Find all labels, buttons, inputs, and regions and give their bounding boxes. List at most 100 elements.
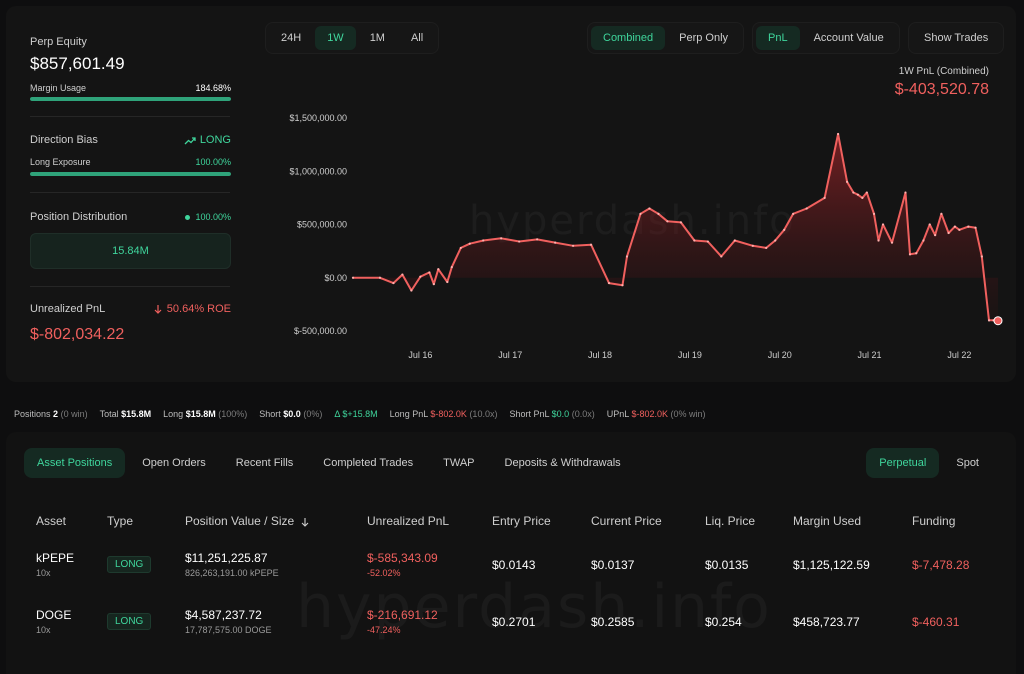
col-unrealized-pnl[interactable]: Unrealized PnL bbox=[355, 506, 480, 536]
pnl-point bbox=[845, 180, 849, 183]
current-price-cell: $0.2585 bbox=[591, 614, 635, 629]
entry-price-cell: $0.0143 bbox=[492, 557, 536, 572]
pnl-point bbox=[657, 212, 660, 215]
col-funding[interactable]: Funding bbox=[900, 506, 990, 536]
pnl-point bbox=[928, 223, 931, 226]
tab-twap[interactable]: TWAP bbox=[430, 448, 487, 478]
tab-1w[interactable]: 1W bbox=[315, 26, 356, 50]
asset-cell: kPEPE 10x bbox=[24, 536, 95, 593]
pnl-point bbox=[934, 234, 937, 237]
x-tick-label: Jul 21 bbox=[858, 350, 882, 360]
col-position-value[interactable]: Position Value / Size bbox=[173, 506, 355, 536]
tab-perpetual[interactable]: Perpetual bbox=[866, 448, 940, 478]
x-tick-label: Jul 17 bbox=[498, 350, 522, 360]
tab-combined[interactable]: Combined bbox=[591, 26, 666, 50]
pnl-point bbox=[621, 284, 624, 287]
pnl-area bbox=[353, 134, 998, 321]
tab-pnl[interactable]: PnL bbox=[756, 26, 800, 50]
long-pnl-label: Long PnL bbox=[389, 409, 428, 419]
tab-spot[interactable]: Spot bbox=[943, 448, 992, 478]
position-size: 17,787,575.00 DOGE bbox=[185, 625, 272, 635]
divider bbox=[30, 116, 230, 117]
col-liq-price[interactable]: Liq. Price bbox=[693, 506, 781, 536]
upnl-pct: -52.02% bbox=[367, 568, 401, 578]
perp-equity-value: $857,601.49 bbox=[30, 54, 125, 73]
tab-account-value[interactable]: Account Value bbox=[802, 26, 896, 50]
tab-perp-only[interactable]: Perp Only bbox=[667, 26, 740, 50]
short-pnl-summary: Short PnL $0.0 (0.0x) bbox=[509, 409, 594, 419]
entry-price-cell: $0.2701 bbox=[492, 614, 536, 629]
y-tick-label: $1,500,000.00 bbox=[289, 113, 347, 123]
current-price-cell: $0.0137 bbox=[591, 557, 635, 572]
pnl-point bbox=[953, 225, 956, 228]
asset-leverage: 10x bbox=[36, 625, 51, 635]
pnl-point bbox=[877, 239, 880, 242]
positions-table: Asset Type Position Value / Size Unreali… bbox=[24, 506, 990, 650]
pnl-point bbox=[500, 237, 503, 240]
pnl-point bbox=[852, 191, 855, 194]
pnl-point bbox=[765, 246, 768, 250]
col-type[interactable]: Type bbox=[95, 506, 173, 536]
direction-bias-label: Direction Bias bbox=[30, 134, 98, 146]
pnl-point bbox=[639, 212, 642, 215]
metric-tabs: PnL Account Value bbox=[752, 22, 900, 54]
type-badge: LONG bbox=[107, 556, 152, 573]
table-row[interactable]: DOGE 10x LONG $4,587,237.72 17,787,575.00 … bbox=[24, 593, 990, 650]
pnl-point bbox=[625, 255, 629, 258]
pnl-point bbox=[468, 242, 471, 245]
col-asset[interactable]: Asset bbox=[24, 506, 95, 536]
upnl-value: $-216,691.12 bbox=[367, 608, 438, 622]
tab-asset-positions[interactable]: Asset Positions bbox=[24, 448, 126, 478]
margin-usage-label: Margin Usage bbox=[30, 83, 87, 93]
liq-price-cell: $0.254 bbox=[705, 614, 742, 629]
divider bbox=[30, 286, 230, 287]
pnl-point bbox=[679, 221, 682, 224]
pnl-point bbox=[881, 223, 885, 226]
positions-tabs: Asset Positions Open Orders Recent Fills… bbox=[24, 448, 634, 478]
upnl-pct: -47.24% bbox=[367, 625, 401, 635]
tab-open-orders[interactable]: Open Orders bbox=[129, 448, 219, 478]
type-cell: LONG bbox=[95, 536, 173, 593]
pnl-point bbox=[666, 220, 669, 223]
col-entry-price[interactable]: Entry Price bbox=[480, 506, 579, 536]
pnl-point bbox=[805, 207, 808, 210]
tab-1m[interactable]: 1M bbox=[358, 26, 397, 50]
tab-recent-fills[interactable]: Recent Fills bbox=[223, 448, 306, 478]
table-row[interactable]: kPEPE 10x LONG $11,251,225.87 826,263,191.… bbox=[24, 536, 990, 593]
tab-deposits-withdrawals[interactable]: Deposits & Withdrawals bbox=[492, 448, 634, 478]
pnl-point bbox=[392, 281, 395, 285]
positions-count: 2 bbox=[53, 409, 59, 419]
pnl-end-point[interactable] bbox=[993, 316, 1003, 326]
pnl-point bbox=[554, 241, 557, 244]
col-current-price[interactable]: Current Price bbox=[579, 506, 693, 536]
position-value: $11,251,225.87 bbox=[185, 551, 268, 565]
pnl-point bbox=[872, 212, 876, 215]
upnl-value: $-585,343.09 bbox=[367, 551, 438, 565]
x-tick-label: Jul 16 bbox=[408, 350, 432, 360]
long-pnl-lev: (10.0x) bbox=[469, 409, 498, 419]
tab-24h[interactable]: 24H bbox=[269, 26, 313, 50]
arrow-down-icon bbox=[154, 305, 162, 314]
y-tick-label: $500,000.00 bbox=[297, 220, 347, 230]
position-value-cell: $4,587,237.72 17,787,575.00 DOGE bbox=[173, 593, 355, 650]
perp-equity-label: Perp Equity bbox=[30, 36, 87, 48]
margin-used-cell: $1,125,122.59 bbox=[793, 557, 870, 572]
col-margin-used[interactable]: Margin Used bbox=[781, 506, 900, 536]
upnl-label: UPnL bbox=[606, 409, 629, 419]
roe-value: 50.64% ROE bbox=[166, 303, 231, 315]
type-badge: LONG bbox=[107, 613, 152, 630]
pnl-chart: $1,500,000.00 $1,000,000.00 $500,000.00 $0.… bbox=[268, 66, 1008, 366]
upnl-value: $-802.0K bbox=[631, 409, 668, 419]
tab-all[interactable]: All bbox=[399, 26, 435, 50]
pnl-point bbox=[836, 132, 840, 136]
show-trades-button[interactable]: Show Trades bbox=[912, 26, 1000, 50]
pnl-point bbox=[865, 191, 868, 194]
tab-completed-trades[interactable]: Completed Trades bbox=[310, 448, 426, 478]
pnl-point bbox=[536, 238, 539, 241]
pnl-point bbox=[648, 207, 651, 210]
liq-price-cell: $0.0135 bbox=[705, 557, 749, 572]
pnl-point bbox=[861, 196, 864, 199]
distribution-box[interactable]: 15.84M bbox=[30, 233, 231, 269]
long-exposure-row: Long Exposure 100.00% bbox=[30, 157, 231, 167]
positions-summary: Positions 2 (0 win) bbox=[14, 409, 88, 419]
